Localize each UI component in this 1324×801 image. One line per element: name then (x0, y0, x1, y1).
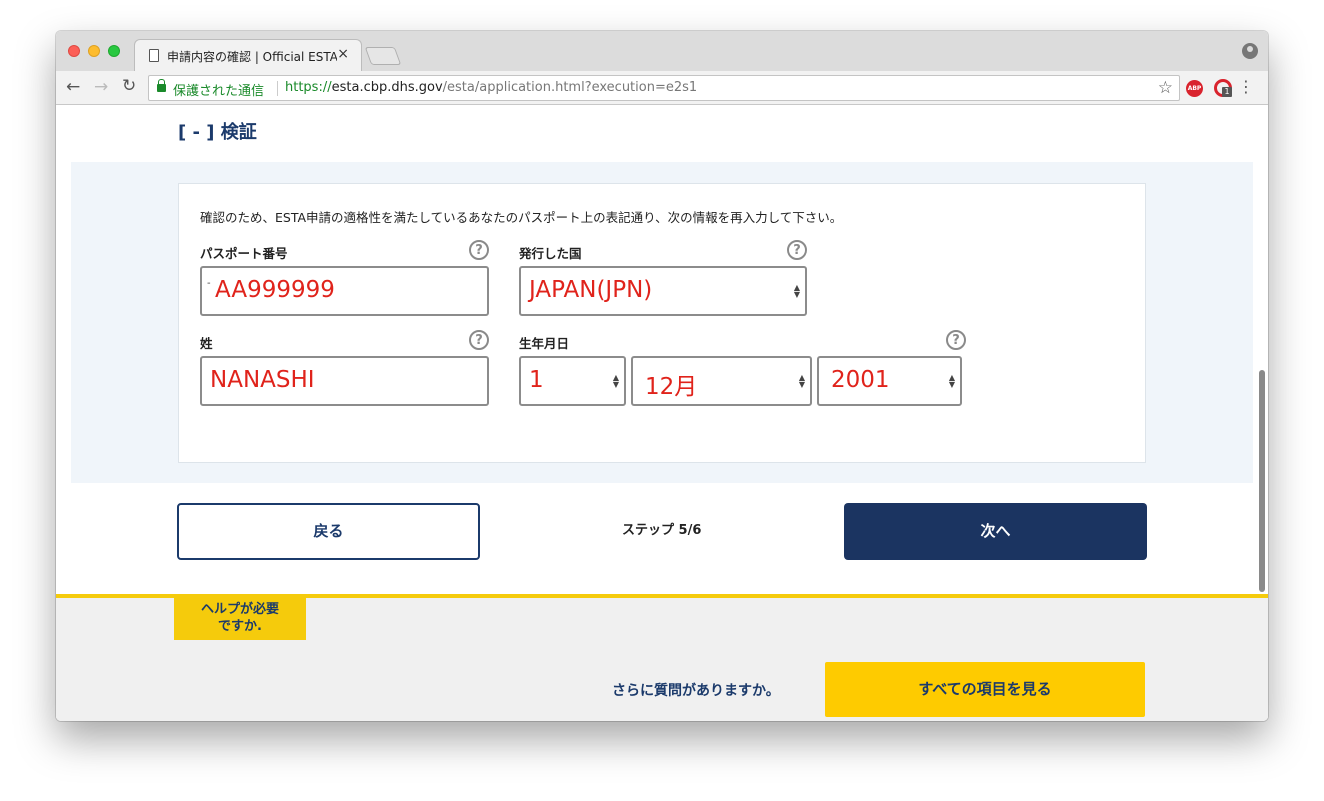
help-tag-line2: ですか. (218, 619, 262, 634)
help-icon[interactable]: ? (469, 240, 489, 260)
profile-icon[interactable] (1242, 43, 1258, 59)
birth-month-value: 12月 (645, 374, 698, 400)
help-icon[interactable]: ? (787, 240, 807, 260)
surname-value: NANASHI (210, 367, 315, 393)
next-button[interactable]: 次へ (844, 503, 1147, 560)
instruction-text: 確認のため、ESTA申請の適格性を満たしているあなたのパスポート上の表記通り、次… (200, 210, 843, 225)
select-arrows-icon: ▲ ▼ (798, 373, 805, 389)
extension-badge: 1 (1222, 87, 1232, 97)
lock-icon (157, 79, 166, 92)
passport-number-input[interactable]: - AA999999 (200, 266, 489, 316)
help-icon[interactable]: ? (469, 330, 489, 350)
passport-prefix-mark: - (207, 278, 211, 289)
verification-card: 確認のため、ESTA申請の適格性を満たしているあなたのパスポート上の表記通り、次… (178, 183, 1146, 463)
scrollbar[interactable] (1256, 106, 1268, 594)
verification-section: 確認のため、ESTA申請の適格性を満たしているあなたのパスポート上の表記通り、次… (71, 162, 1253, 483)
surname-label: 姓 (200, 336, 213, 351)
url-path: /esta/application.html?execution=e2s1 (442, 80, 698, 95)
url-scheme: https:// (285, 80, 332, 95)
browser-tab[interactable]: 申請内容の確認 | Official ESTA × (134, 39, 362, 71)
page-content: [ - ] 検証 確認のため、ESTA申請の適格性を満たしているあなたのパスポー… (56, 106, 1268, 721)
url-host: esta.cbp.dhs.gov (331, 80, 443, 95)
help-tag[interactable]: ヘルプが必要 ですか. (174, 598, 306, 640)
browser-window: 申請内容の確認 | Official ESTA × ← → ↻ 保護された通信 … (56, 31, 1268, 721)
scrollbar-thumb[interactable] (1259, 370, 1265, 592)
minimize-window-button[interactable] (88, 45, 100, 57)
star-icon[interactable]: ☆ (1158, 78, 1173, 98)
passport-number-value: AA999999 (215, 277, 335, 303)
address-bar[interactable]: 保護された通信 https://esta.cbp.dhs.gov/esta/ap… (148, 75, 1180, 101)
close-window-button[interactable] (68, 45, 80, 57)
select-arrows-icon: ▲ ▼ (612, 373, 619, 389)
help-footer: ヘルプが必要 ですか. さらに質問がありますか。 すべての項目を見る (56, 594, 1268, 721)
issuing-country-label: 発行した国 (519, 246, 582, 261)
secure-connection-label: 保護された通信 (173, 84, 265, 99)
issuing-country-select[interactable]: JAPAN(JPN) ▲ ▼ (519, 266, 807, 316)
url-text[interactable]: https://esta.cbp.dhs.gov/esta/applicatio… (285, 80, 697, 95)
view-all-items-button[interactable]: すべての項目を見る (825, 662, 1145, 717)
passport-number-label: パスポート番号 (200, 246, 288, 261)
forward-arrow-icon[interactable]: → (94, 77, 108, 97)
select-arrows-icon: ▲ ▼ (793, 283, 800, 299)
menu-icon[interactable]: ⋮ (1238, 77, 1254, 96)
new-tab-button[interactable] (364, 47, 402, 65)
birth-year-value: 2001 (831, 367, 890, 393)
zoom-window-button[interactable] (108, 45, 120, 57)
tab-close-icon[interactable]: × (337, 46, 349, 62)
document-icon (149, 49, 159, 62)
help-tag-line1: ヘルプが必要 (200, 602, 279, 617)
title-bar: 申請内容の確認 | Official ESTA × (56, 31, 1268, 71)
tab-title: 申請内容の確認 | Official ESTA (167, 50, 337, 64)
birth-month-select[interactable]: 12月 ▲ ▼ (631, 356, 812, 406)
birthdate-label: 生年月日 (519, 336, 570, 351)
birth-day-select[interactable]: 1 ▲ ▼ (519, 356, 626, 406)
reload-icon[interactable]: ↻ (122, 76, 136, 96)
issuing-country-value: JAPAN(JPN) (529, 277, 653, 303)
birth-day-value: 1 (529, 367, 544, 393)
browser-toolbar: ← → ↻ 保護された通信 https://esta.cbp.dhs.gov/e… (56, 71, 1268, 105)
help-icon[interactable]: ? (946, 330, 966, 350)
back-arrow-icon[interactable]: ← (66, 77, 80, 97)
step-indicator: ステップ 5/6 (622, 523, 702, 538)
select-arrows-icon: ▲ ▼ (948, 373, 955, 389)
surname-input[interactable]: NANASHI (200, 356, 489, 406)
address-divider (277, 81, 278, 96)
birth-year-select[interactable]: 2001 ▲ ▼ (817, 356, 962, 406)
adblock-icon[interactable]: ABP (1186, 80, 1203, 97)
more-questions-text: さらに質問がありますか。 (612, 683, 780, 699)
section-title[interactable]: [ - ] 検証 (178, 118, 257, 144)
back-button[interactable]: 戻る (177, 503, 480, 560)
